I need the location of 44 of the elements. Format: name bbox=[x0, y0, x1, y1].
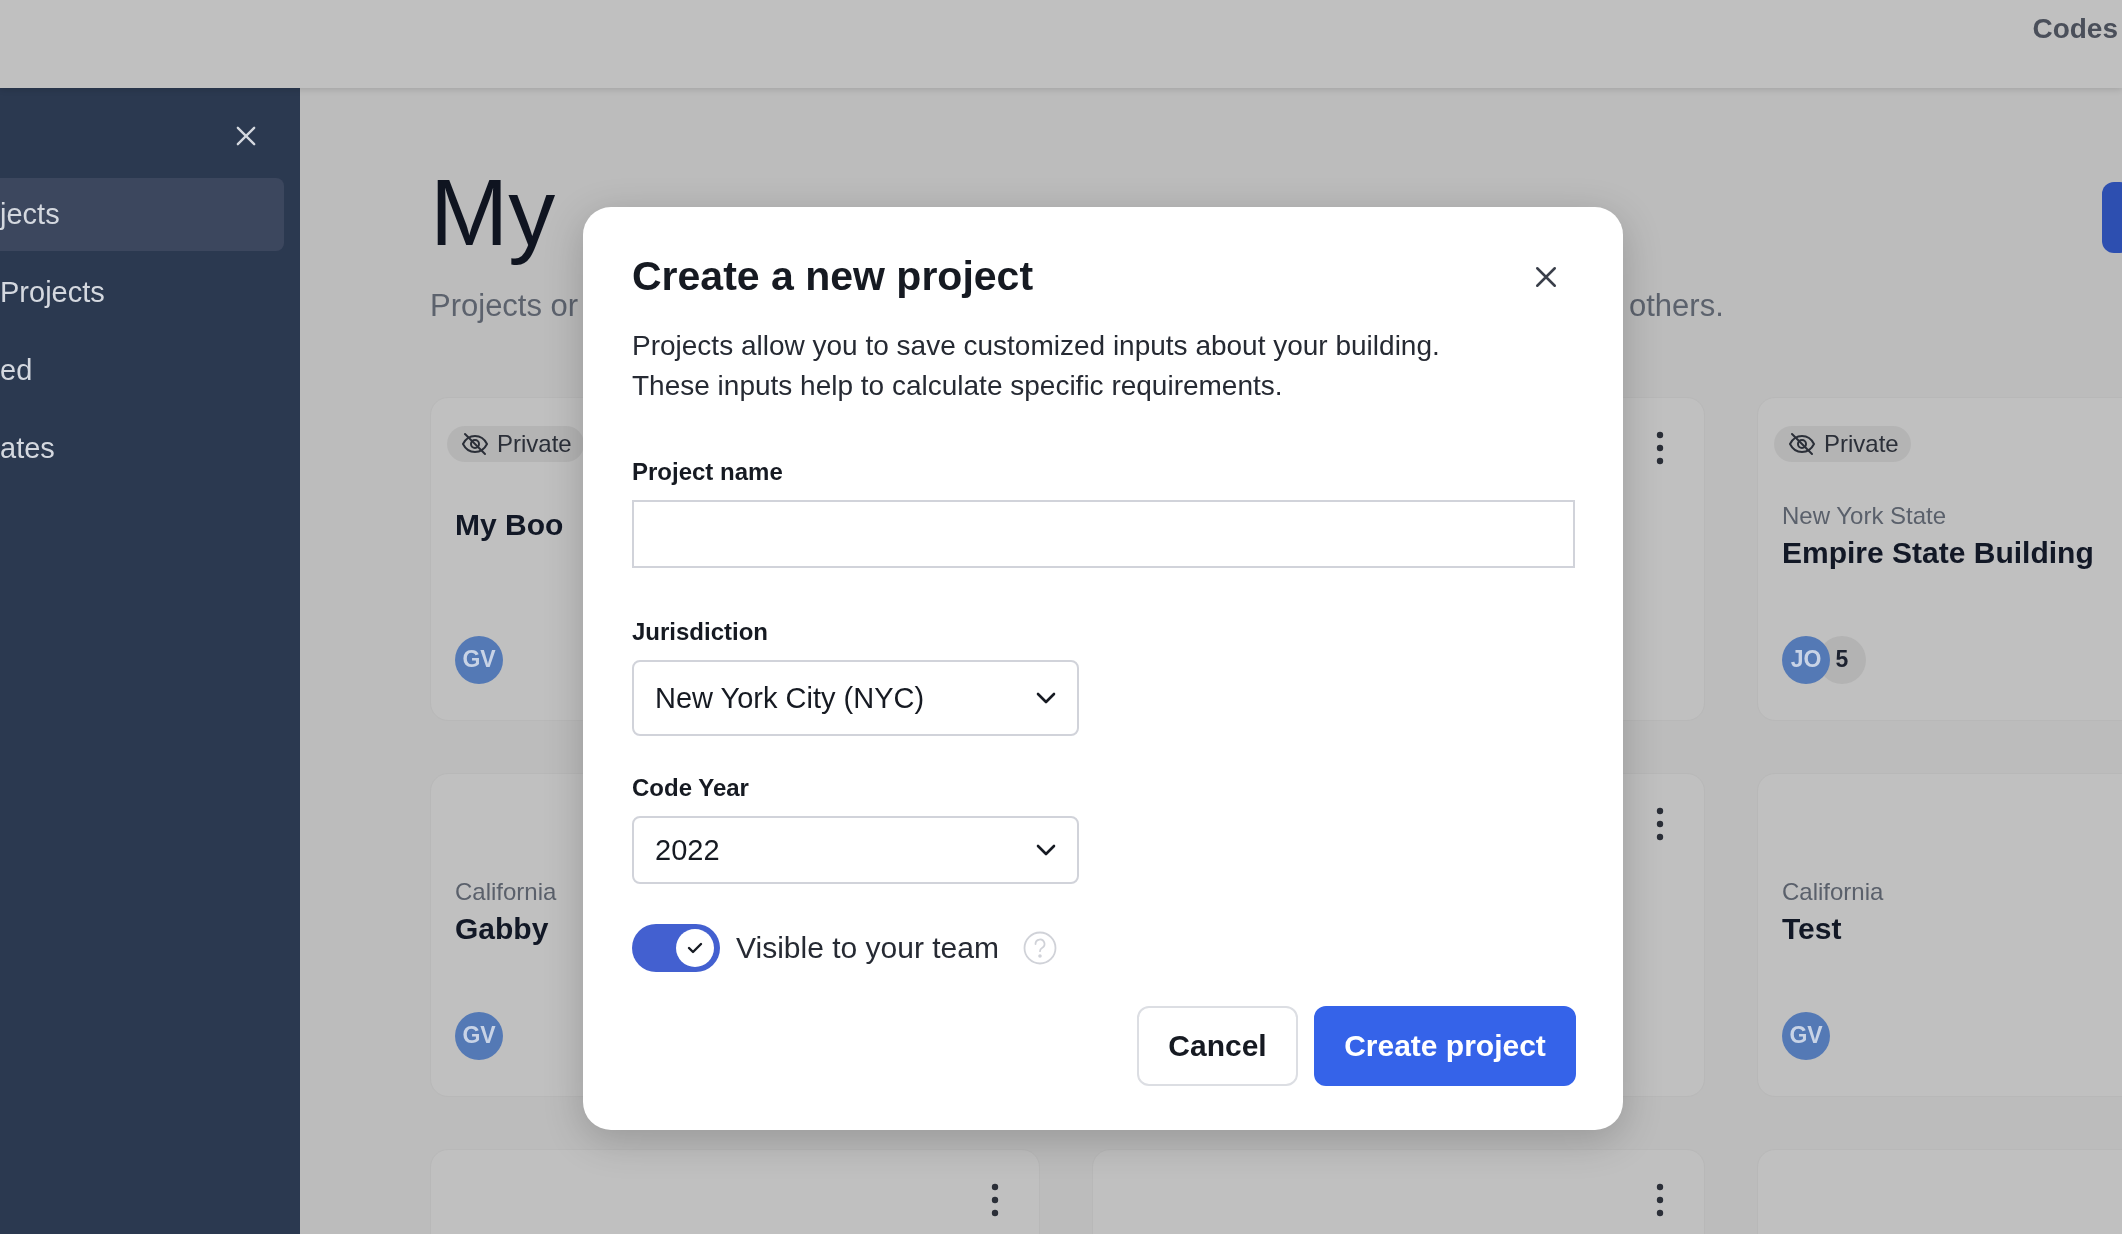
nav-link[interactable]: Codes bbox=[2032, 13, 2118, 45]
more-button[interactable] bbox=[1654, 429, 1666, 466]
project-card[interactable]: Private New York State Empire State Building JO 5 bbox=[1757, 396, 2122, 721]
more-button[interactable] bbox=[1654, 1181, 1666, 1218]
sidebar-item[interactable]: jects bbox=[0, 178, 284, 251]
select-field[interactable]: 2022 bbox=[632, 816, 1079, 884]
cancel-button[interactable]: Cancel bbox=[1137, 1006, 1298, 1086]
project-name: Test bbox=[1782, 911, 1843, 946]
toggle-label: Visible to your team bbox=[736, 931, 999, 965]
field-label: Jurisdiction bbox=[632, 618, 770, 646]
project-location: California bbox=[455, 877, 558, 906]
check-icon bbox=[685, 940, 705, 956]
page-title: My bbox=[430, 159, 556, 267]
page-subtitle: others. bbox=[1629, 287, 1724, 325]
toggle-switch[interactable] bbox=[632, 924, 720, 972]
avatar: GV bbox=[455, 635, 503, 684]
more-button[interactable] bbox=[989, 1181, 1001, 1218]
project-location: California bbox=[1782, 877, 1885, 906]
field-label: Code Year bbox=[632, 774, 750, 802]
badge-label: Private bbox=[497, 429, 572, 458]
sidebar-item[interactable]: Projects bbox=[0, 256, 284, 329]
project-name: Empire State Building bbox=[1782, 535, 2095, 570]
chevron-down-icon bbox=[1035, 843, 1057, 857]
project-name: Gabby bbox=[455, 911, 550, 946]
field-label: Project name bbox=[632, 458, 784, 486]
sidebar-item[interactable]: ates bbox=[0, 412, 284, 485]
create-button[interactable]: Create project bbox=[1314, 1006, 1576, 1086]
select-field[interactable]: New York City (NYC) bbox=[632, 660, 1079, 736]
badge-label: Private bbox=[1824, 429, 1899, 458]
eye-slash-icon bbox=[1788, 431, 1816, 456]
eye-slash-icon bbox=[461, 431, 489, 456]
chevron-down-icon bbox=[1035, 691, 1057, 705]
text-input[interactable] bbox=[632, 500, 1575, 568]
dialog-description: Projects allow you to save customized inputs about your building. These inputs help to calculate specific requirements. bbox=[632, 329, 1441, 403]
page-subtitle: Projects or bbox=[430, 287, 579, 325]
sidebar-item[interactable]: ed bbox=[0, 334, 284, 407]
avatar: GV bbox=[1782, 1011, 1830, 1060]
dialog-title: Create a new project bbox=[632, 253, 1034, 300]
project-name: My Boo bbox=[455, 507, 565, 542]
project-location: New York State bbox=[1782, 501, 1948, 530]
avatar: GV bbox=[455, 1011, 503, 1060]
avatar: JO bbox=[1782, 635, 1830, 684]
project-card[interactable]: California Test GV bbox=[1757, 772, 2122, 1097]
more-button[interactable] bbox=[1654, 805, 1666, 842]
